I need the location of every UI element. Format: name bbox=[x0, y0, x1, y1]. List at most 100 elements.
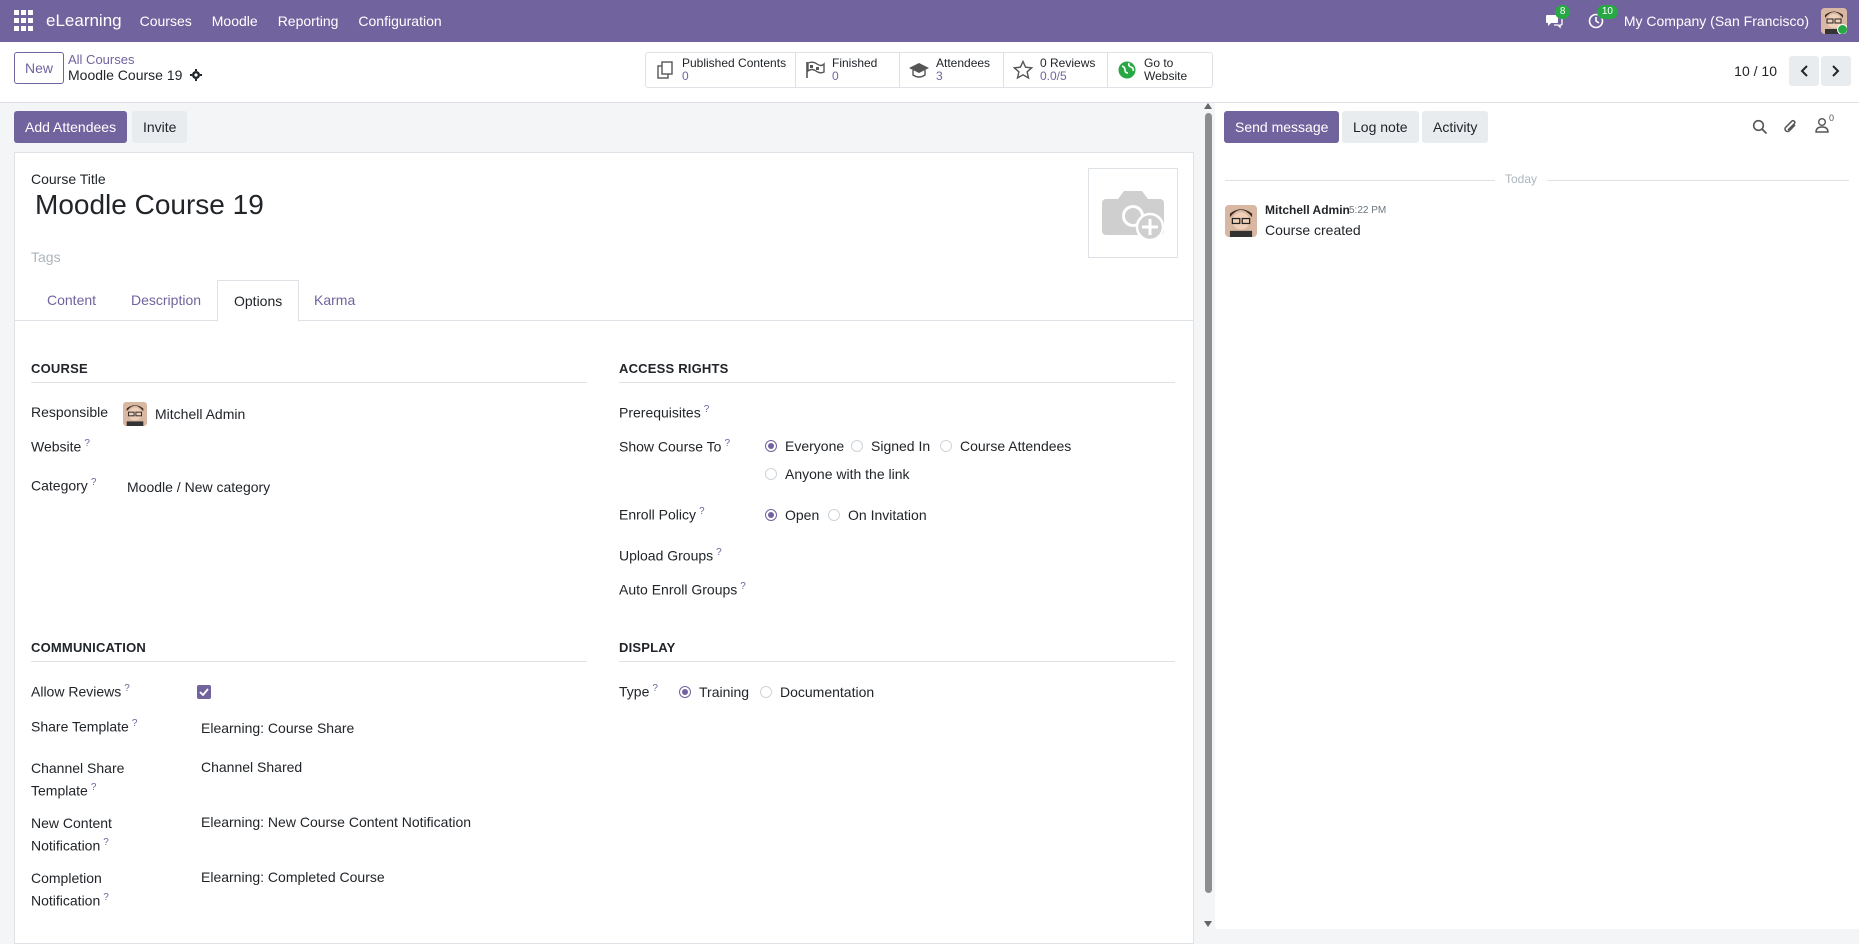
message-author[interactable]: Mitchell Admin bbox=[1265, 203, 1350, 217]
website-label: Website? bbox=[31, 438, 90, 455]
allow-reviews-checkbox[interactable] bbox=[197, 685, 211, 699]
followers-count: 0 bbox=[1829, 113, 1835, 123]
stat-attendees[interactable]: Attendees 3 bbox=[900, 53, 1004, 87]
notebook-tabs: Content Description Options Karma bbox=[15, 280, 1193, 322]
share-template-input[interactable]: Elearning: Course Share bbox=[201, 720, 354, 736]
company-switcher[interactable]: My Company (San Francisco) bbox=[1624, 13, 1809, 29]
course-image-upload[interactable] bbox=[1088, 168, 1178, 258]
stat-value: 0.0/5 bbox=[1040, 69, 1067, 83]
pager-previous-button[interactable] bbox=[1789, 56, 1819, 86]
stat-label: 0 Reviews bbox=[1040, 56, 1096, 70]
responsible-label: Responsible bbox=[31, 404, 109, 420]
help-tooltip[interactable]: ? bbox=[124, 683, 130, 694]
radio-signed-in[interactable]: Signed In bbox=[851, 438, 930, 454]
auto-enroll-label-text: Auto Enroll Groups bbox=[619, 581, 738, 598]
radio-everyone[interactable]: Everyone bbox=[765, 438, 844, 454]
stat-finished[interactable]: Finished 0 bbox=[796, 53, 900, 87]
followers-button[interactable]: 0 bbox=[1815, 113, 1834, 133]
radio-dot bbox=[765, 509, 777, 521]
radio-anyone-with-link[interactable]: Anyone with the link bbox=[765, 466, 910, 482]
messages-button[interactable]: 8 bbox=[1540, 5, 1571, 35]
prerequisites-label-text: Prerequisites bbox=[619, 404, 701, 421]
app-brand[interactable]: eLearning bbox=[46, 11, 122, 31]
help-tooltip[interactable]: ? bbox=[652, 683, 658, 694]
responsible-avatar bbox=[123, 402, 147, 426]
course-title-input[interactable]: Moodle Course 19 bbox=[35, 189, 264, 221]
paperclip-icon[interactable] bbox=[1783, 118, 1799, 136]
new-content-label-line1: New Content bbox=[31, 815, 112, 831]
stat-published-contents[interactable]: Published Contents 0 bbox=[646, 53, 796, 87]
channel-share-template-input[interactable]: Channel Shared bbox=[201, 759, 302, 775]
flag-checkered-icon bbox=[804, 59, 826, 81]
tab-options[interactable]: Options bbox=[217, 280, 300, 322]
show-course-label: Show Course To? bbox=[619, 438, 730, 455]
tab-content[interactable]: Content bbox=[31, 280, 112, 320]
help-tooltip[interactable]: ? bbox=[84, 438, 90, 449]
help-tooltip[interactable]: ? bbox=[103, 837, 109, 848]
stat-go-to-website[interactable]: Go to Website bbox=[1108, 53, 1212, 87]
category-input[interactable]: Moodle / New category bbox=[127, 479, 270, 495]
documents-icon bbox=[654, 59, 676, 81]
star-icon bbox=[1012, 59, 1034, 81]
upload-groups-label-text: Upload Groups bbox=[619, 547, 714, 564]
tab-description[interactable]: Description bbox=[115, 280, 217, 320]
new-button[interactable]: New bbox=[14, 52, 64, 84]
graduation-cap-icon bbox=[908, 59, 930, 81]
help-tooltip[interactable]: ? bbox=[699, 506, 705, 517]
completion-notification-label: Completion Notification? bbox=[31, 868, 109, 911]
help-tooltip[interactable]: ? bbox=[103, 892, 109, 903]
invite-button[interactable]: Invite bbox=[132, 111, 188, 143]
radio-course-attendees[interactable]: Course Attendees bbox=[940, 438, 1071, 454]
menu-reporting[interactable]: Reporting bbox=[278, 13, 339, 29]
help-tooltip[interactable]: ? bbox=[704, 404, 710, 415]
radio-dot bbox=[760, 686, 772, 698]
add-attendees-button[interactable]: Add Attendees bbox=[14, 111, 128, 143]
new-content-notification-input[interactable]: Elearning: New Course Content Notificati… bbox=[201, 814, 471, 830]
website-label-text: Website bbox=[31, 438, 82, 455]
help-tooltip[interactable]: ? bbox=[91, 782, 97, 793]
search-icon[interactable] bbox=[1752, 119, 1768, 135]
user-icon bbox=[1815, 118, 1829, 133]
type-label-text: Type bbox=[619, 683, 650, 700]
radio-training[interactable]: Training bbox=[679, 684, 749, 700]
help-tooltip[interactable]: ? bbox=[91, 477, 97, 488]
stat-value: 0 bbox=[682, 69, 689, 83]
menu-moodle[interactable]: Moodle bbox=[212, 13, 258, 29]
radio-dot bbox=[765, 468, 777, 480]
responsible-field[interactable]: Mitchell Admin bbox=[123, 402, 245, 426]
stat-reviews[interactable]: 0 Reviews 0.0/5 bbox=[1004, 53, 1108, 87]
pager-next-button[interactable] bbox=[1821, 56, 1851, 86]
upload-groups-label: Upload Groups? bbox=[619, 547, 722, 564]
radio-label: Course Attendees bbox=[960, 438, 1072, 454]
form-scrollbar[interactable] bbox=[1203, 103, 1212, 929]
help-tooltip[interactable]: ? bbox=[740, 581, 746, 592]
help-tooltip[interactable]: ? bbox=[716, 547, 722, 558]
help-tooltip[interactable]: ? bbox=[132, 718, 138, 729]
gear-icon[interactable] bbox=[190, 69, 203, 81]
menu-courses[interactable]: Courses bbox=[140, 13, 192, 29]
log-note-button[interactable]: Log note bbox=[1342, 111, 1419, 143]
section-display: DISPLAY bbox=[619, 640, 1175, 662]
date-separator-today: Today bbox=[1495, 172, 1548, 186]
stat-value: Website bbox=[1144, 69, 1188, 83]
radio-on-invitation[interactable]: On Invitation bbox=[828, 507, 927, 523]
radio-documentation[interactable]: Documentation bbox=[760, 684, 874, 700]
message-author-avatar[interactable] bbox=[1225, 205, 1257, 237]
send-message-button[interactable]: Send message bbox=[1224, 111, 1340, 143]
activities-button[interactable]: 10 bbox=[1582, 5, 1618, 35]
auto-enroll-groups-label: Auto Enroll Groups? bbox=[619, 581, 746, 598]
checkmark-icon bbox=[199, 688, 209, 696]
breadcrumb-all-courses[interactable]: All Courses bbox=[68, 52, 202, 67]
menu-configuration[interactable]: Configuration bbox=[358, 13, 441, 29]
tags-input[interactable]: Tags bbox=[31, 249, 61, 265]
activity-button[interactable]: Activity bbox=[1422, 111, 1489, 143]
completion-notification-input[interactable]: Elearning: Completed Course bbox=[201, 869, 385, 885]
user-avatar[interactable] bbox=[1821, 8, 1847, 34]
scrollbar-thumb[interactable] bbox=[1205, 113, 1212, 893]
pager-value[interactable]: 10 / 10 bbox=[1734, 63, 1777, 79]
help-tooltip[interactable]: ? bbox=[724, 438, 730, 449]
radio-dot bbox=[940, 440, 952, 452]
tab-karma[interactable]: Karma bbox=[298, 280, 371, 320]
radio-open[interactable]: Open bbox=[765, 507, 819, 523]
apps-menu-icon[interactable] bbox=[14, 10, 36, 32]
